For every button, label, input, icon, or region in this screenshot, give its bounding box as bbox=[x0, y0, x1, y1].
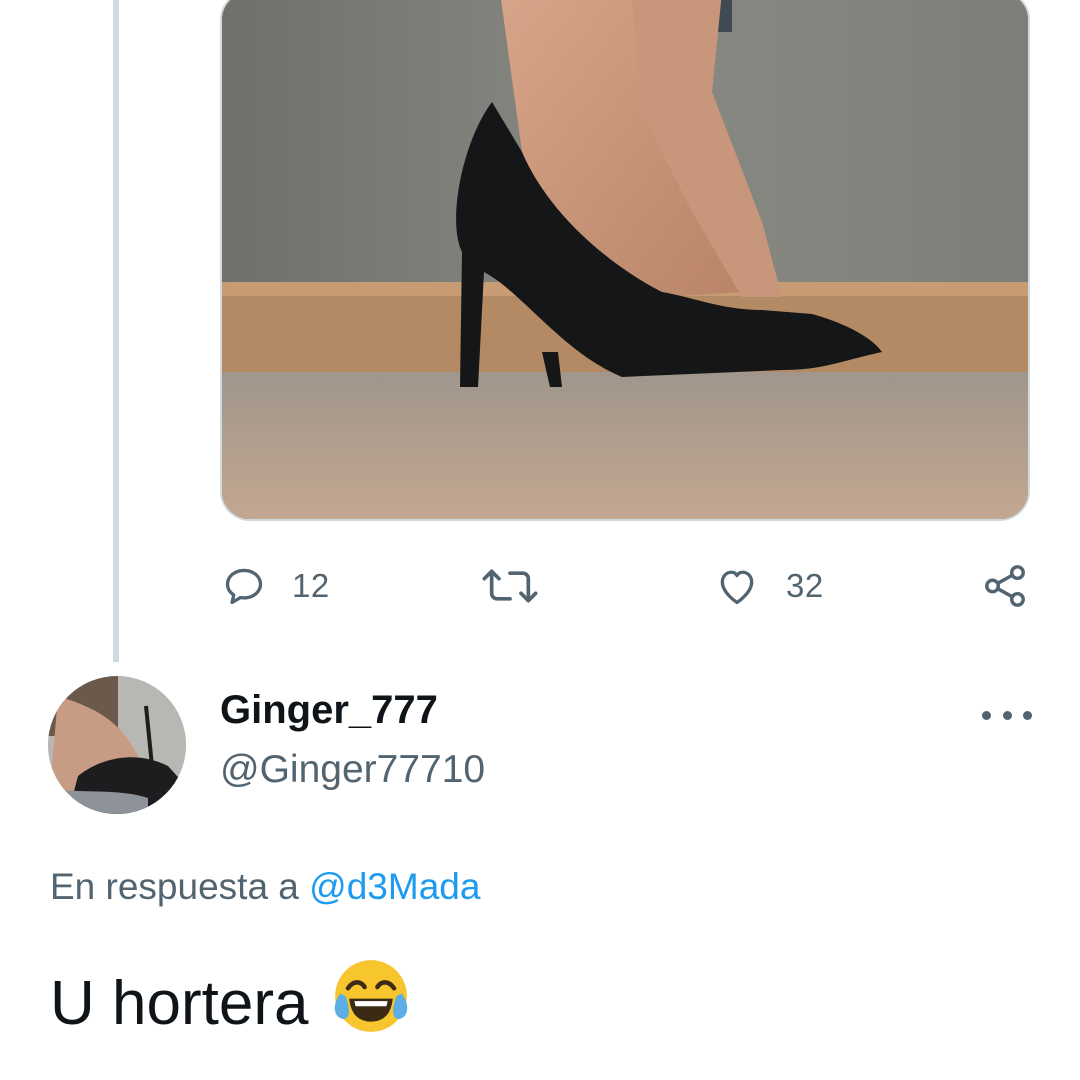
more-options-button[interactable] bbox=[982, 700, 1032, 730]
like-count: 32 bbox=[786, 567, 824, 604]
avatar-photo bbox=[48, 676, 186, 814]
share-icon bbox=[985, 565, 1025, 607]
face-with-tears-of-joy-icon bbox=[330, 955, 412, 1052]
user-handle[interactable]: @Ginger77710 bbox=[220, 748, 485, 792]
share-action[interactable] bbox=[982, 556, 1028, 616]
avatar[interactable] bbox=[48, 676, 186, 814]
more-dot-icon bbox=[1002, 710, 1012, 720]
more-dot-icon bbox=[1023, 710, 1032, 720]
heart-icon bbox=[720, 570, 754, 605]
retweet-action[interactable] bbox=[482, 556, 564, 616]
reply-bubble-icon bbox=[225, 568, 263, 605]
like-action[interactable]: 32 bbox=[714, 556, 824, 616]
tweet-photo[interactable] bbox=[220, 0, 1030, 521]
reply-count: 12 bbox=[292, 567, 330, 604]
user-display-name[interactable]: Ginger_777 bbox=[220, 688, 438, 733]
more-dot-icon bbox=[982, 710, 991, 720]
tweet-text: U hortera bbox=[50, 969, 309, 1038]
reply-prefix: En respuesta a bbox=[50, 866, 299, 907]
reply-mention-link[interactable]: @d3Mada bbox=[309, 866, 480, 907]
reply-action[interactable]: 12 bbox=[222, 556, 330, 616]
tweet-body: U hortera bbox=[50, 955, 412, 1052]
tweet-actions-bar: 12 32 bbox=[0, 556, 1080, 616]
retweet-icon bbox=[482, 569, 538, 603]
reply-context: En respuesta a @d3Mada bbox=[50, 866, 480, 908]
photo-high-heels bbox=[222, 0, 1028, 519]
